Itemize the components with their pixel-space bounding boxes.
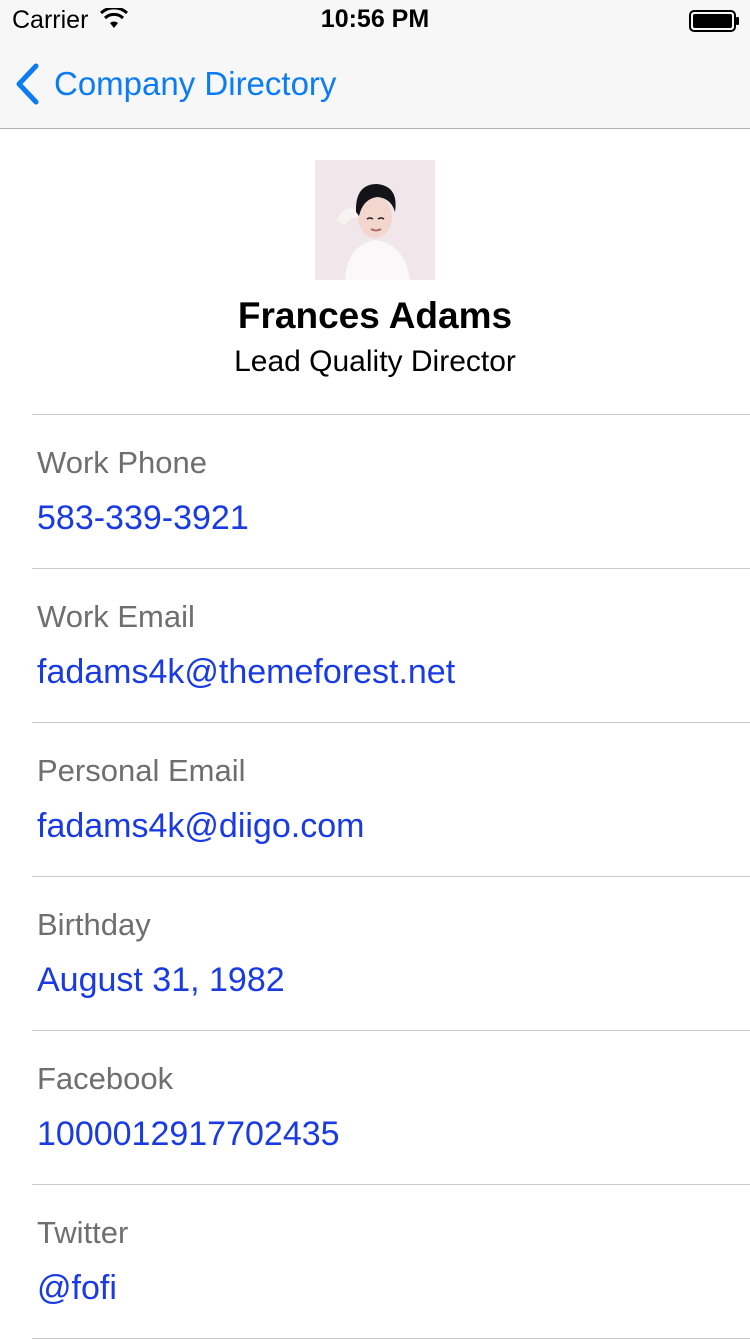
back-label: Company Directory xyxy=(54,65,337,102)
detail-label: Work Phone xyxy=(37,445,208,480)
detail-label: Facebook xyxy=(37,1061,174,1096)
work-phone-link[interactable]: 583-339-3921 xyxy=(37,499,249,538)
detail-label: Work Email xyxy=(37,599,195,634)
detail-label: Twitter xyxy=(37,1215,129,1250)
status-bar: Carrier 10:56 PM xyxy=(0,0,750,40)
navigation-bar: Company Directory xyxy=(0,40,750,129)
detail-list: Work Phone 583-339-3921 Work Email fadam… xyxy=(0,414,750,1339)
detail-row-facebook: Facebook 1000012917702435 xyxy=(32,1030,750,1184)
avatar xyxy=(315,160,435,280)
status-time: 10:56 PM xyxy=(320,5,430,33)
twitter-link[interactable]: @fofi xyxy=(37,1269,117,1308)
detail-row-work-email: Work Email fadams4k@themeforest.net xyxy=(32,568,750,722)
detail-row-work-phone: Work Phone 583-339-3921 xyxy=(32,414,750,568)
facebook-link[interactable]: 1000012917702435 xyxy=(37,1115,340,1154)
back-button[interactable]: Company Directory xyxy=(14,60,336,108)
chevron-left-icon xyxy=(16,63,39,105)
detail-row-twitter: Twitter @fofi xyxy=(32,1184,750,1339)
detail-row-birthday: Birthday August 31, 1982 xyxy=(32,876,750,1030)
contact-job-title: Lead Quality Director xyxy=(234,345,516,378)
battery-icon xyxy=(689,10,739,32)
contact-name: Frances Adams xyxy=(237,295,513,336)
work-email-link[interactable]: fadams4k@themeforest.net xyxy=(37,653,455,692)
personal-email-link[interactable]: fadams4k@diigo.com xyxy=(37,807,364,846)
person-photo-icon xyxy=(315,160,435,280)
detail-label: Birthday xyxy=(37,907,151,942)
detail-label: Personal Email xyxy=(37,753,246,788)
birthday-link[interactable]: August 31, 1982 xyxy=(37,961,285,1000)
detail-row-personal-email: Personal Email fadams4k@diigo.com xyxy=(32,722,750,876)
